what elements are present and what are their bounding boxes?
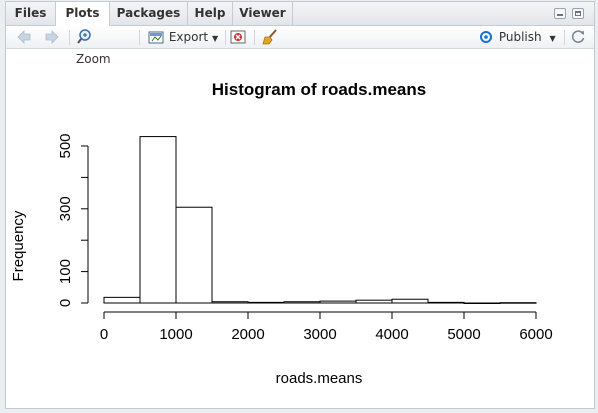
tab-files[interactable]: Files xyxy=(6,2,56,25)
refresh-icon xyxy=(571,30,585,43)
histogram-bar xyxy=(211,301,249,304)
remove-plot-icon xyxy=(230,30,246,44)
toolbar-separator xyxy=(139,30,140,45)
histogram-bar xyxy=(103,296,141,304)
toolbar-separator xyxy=(225,30,226,45)
tab-plots[interactable]: Plots xyxy=(56,2,110,26)
refresh-button[interactable] xyxy=(569,26,587,48)
x-tick-label: 3000 xyxy=(303,326,336,343)
x-tick-label: 0 xyxy=(100,326,108,343)
histogram-bar xyxy=(319,300,357,304)
y-axis-label: Frequency xyxy=(10,210,27,281)
bars-group xyxy=(103,136,537,304)
histogram-bar xyxy=(499,302,537,304)
histogram-bar xyxy=(139,136,177,304)
x-tick-label: 6000 xyxy=(519,326,552,343)
x-tick-label: 5000 xyxy=(447,326,480,343)
tab-viewer[interactable]: Viewer xyxy=(233,2,293,25)
publish-label: Publish xyxy=(498,30,542,44)
chevron-down-icon: ▼ xyxy=(549,34,556,43)
plots-toolbar: Zoom Export ▼ Publish ▼ xyxy=(6,26,594,66)
maximize-icon[interactable] xyxy=(572,8,584,19)
x-tick-label: 1000 xyxy=(159,326,192,343)
y-tick-label: 100 xyxy=(57,259,74,284)
remove-plot-button[interactable] xyxy=(229,26,247,48)
toolbar-separator xyxy=(564,30,565,45)
y-tick-label: 300 xyxy=(57,196,74,221)
publish-button[interactable]: Publish ▼ xyxy=(477,26,557,48)
toolbar-separator xyxy=(254,30,255,45)
zoom-icon xyxy=(77,29,91,44)
y-tick-label: 0 xyxy=(57,299,74,307)
y-axis: 0 100 300 500 xyxy=(57,133,89,307)
chevron-down-icon: ▼ xyxy=(211,34,219,43)
x-axis: 0 1000 2000 3000 4000 5000 6000 xyxy=(100,311,553,343)
histogram-bar xyxy=(355,299,393,304)
publish-icon xyxy=(480,31,492,43)
forward-arrow-icon[interactable] xyxy=(42,26,60,48)
x-tick-label: 4000 xyxy=(375,326,408,343)
export-button[interactable]: Export ▼ xyxy=(147,26,219,48)
tab-bar: Files Plots Packages Help Viewer xyxy=(6,2,594,26)
export-icon xyxy=(148,31,164,44)
clear-all-plots-button[interactable] xyxy=(261,26,279,48)
zoom-button[interactable]: Zoom xyxy=(76,26,132,66)
histogram-bar xyxy=(391,298,429,304)
plot-area: Histogram of roads.means 0 100 300 500 0 100… xyxy=(6,49,594,409)
broom-icon xyxy=(262,29,277,45)
export-label: Export xyxy=(168,30,209,44)
tab-packages[interactable]: Packages xyxy=(110,2,188,25)
x-axis-label: roads.means xyxy=(276,370,363,387)
histogram-bar xyxy=(247,301,285,304)
histogram-bar xyxy=(175,206,213,304)
histogram-bar xyxy=(283,301,321,304)
tab-help[interactable]: Help xyxy=(188,2,233,25)
y-tick-label: 500 xyxy=(57,133,74,158)
chart-title: Histogram of roads.means xyxy=(212,80,426,99)
toolbar-separator xyxy=(69,30,70,45)
histogram-bar xyxy=(463,302,501,304)
back-arrow-icon[interactable] xyxy=(14,26,32,48)
minimize-icon[interactable] xyxy=(554,8,566,19)
x-tick-label: 2000 xyxy=(231,326,264,343)
plots-pane: Files Plots Packages Help Viewer Zoom Ex… xyxy=(5,1,595,409)
histogram-bar xyxy=(427,301,465,304)
histogram-chart: Histogram of roads.means 0 100 300 500 0 100… xyxy=(10,80,553,387)
